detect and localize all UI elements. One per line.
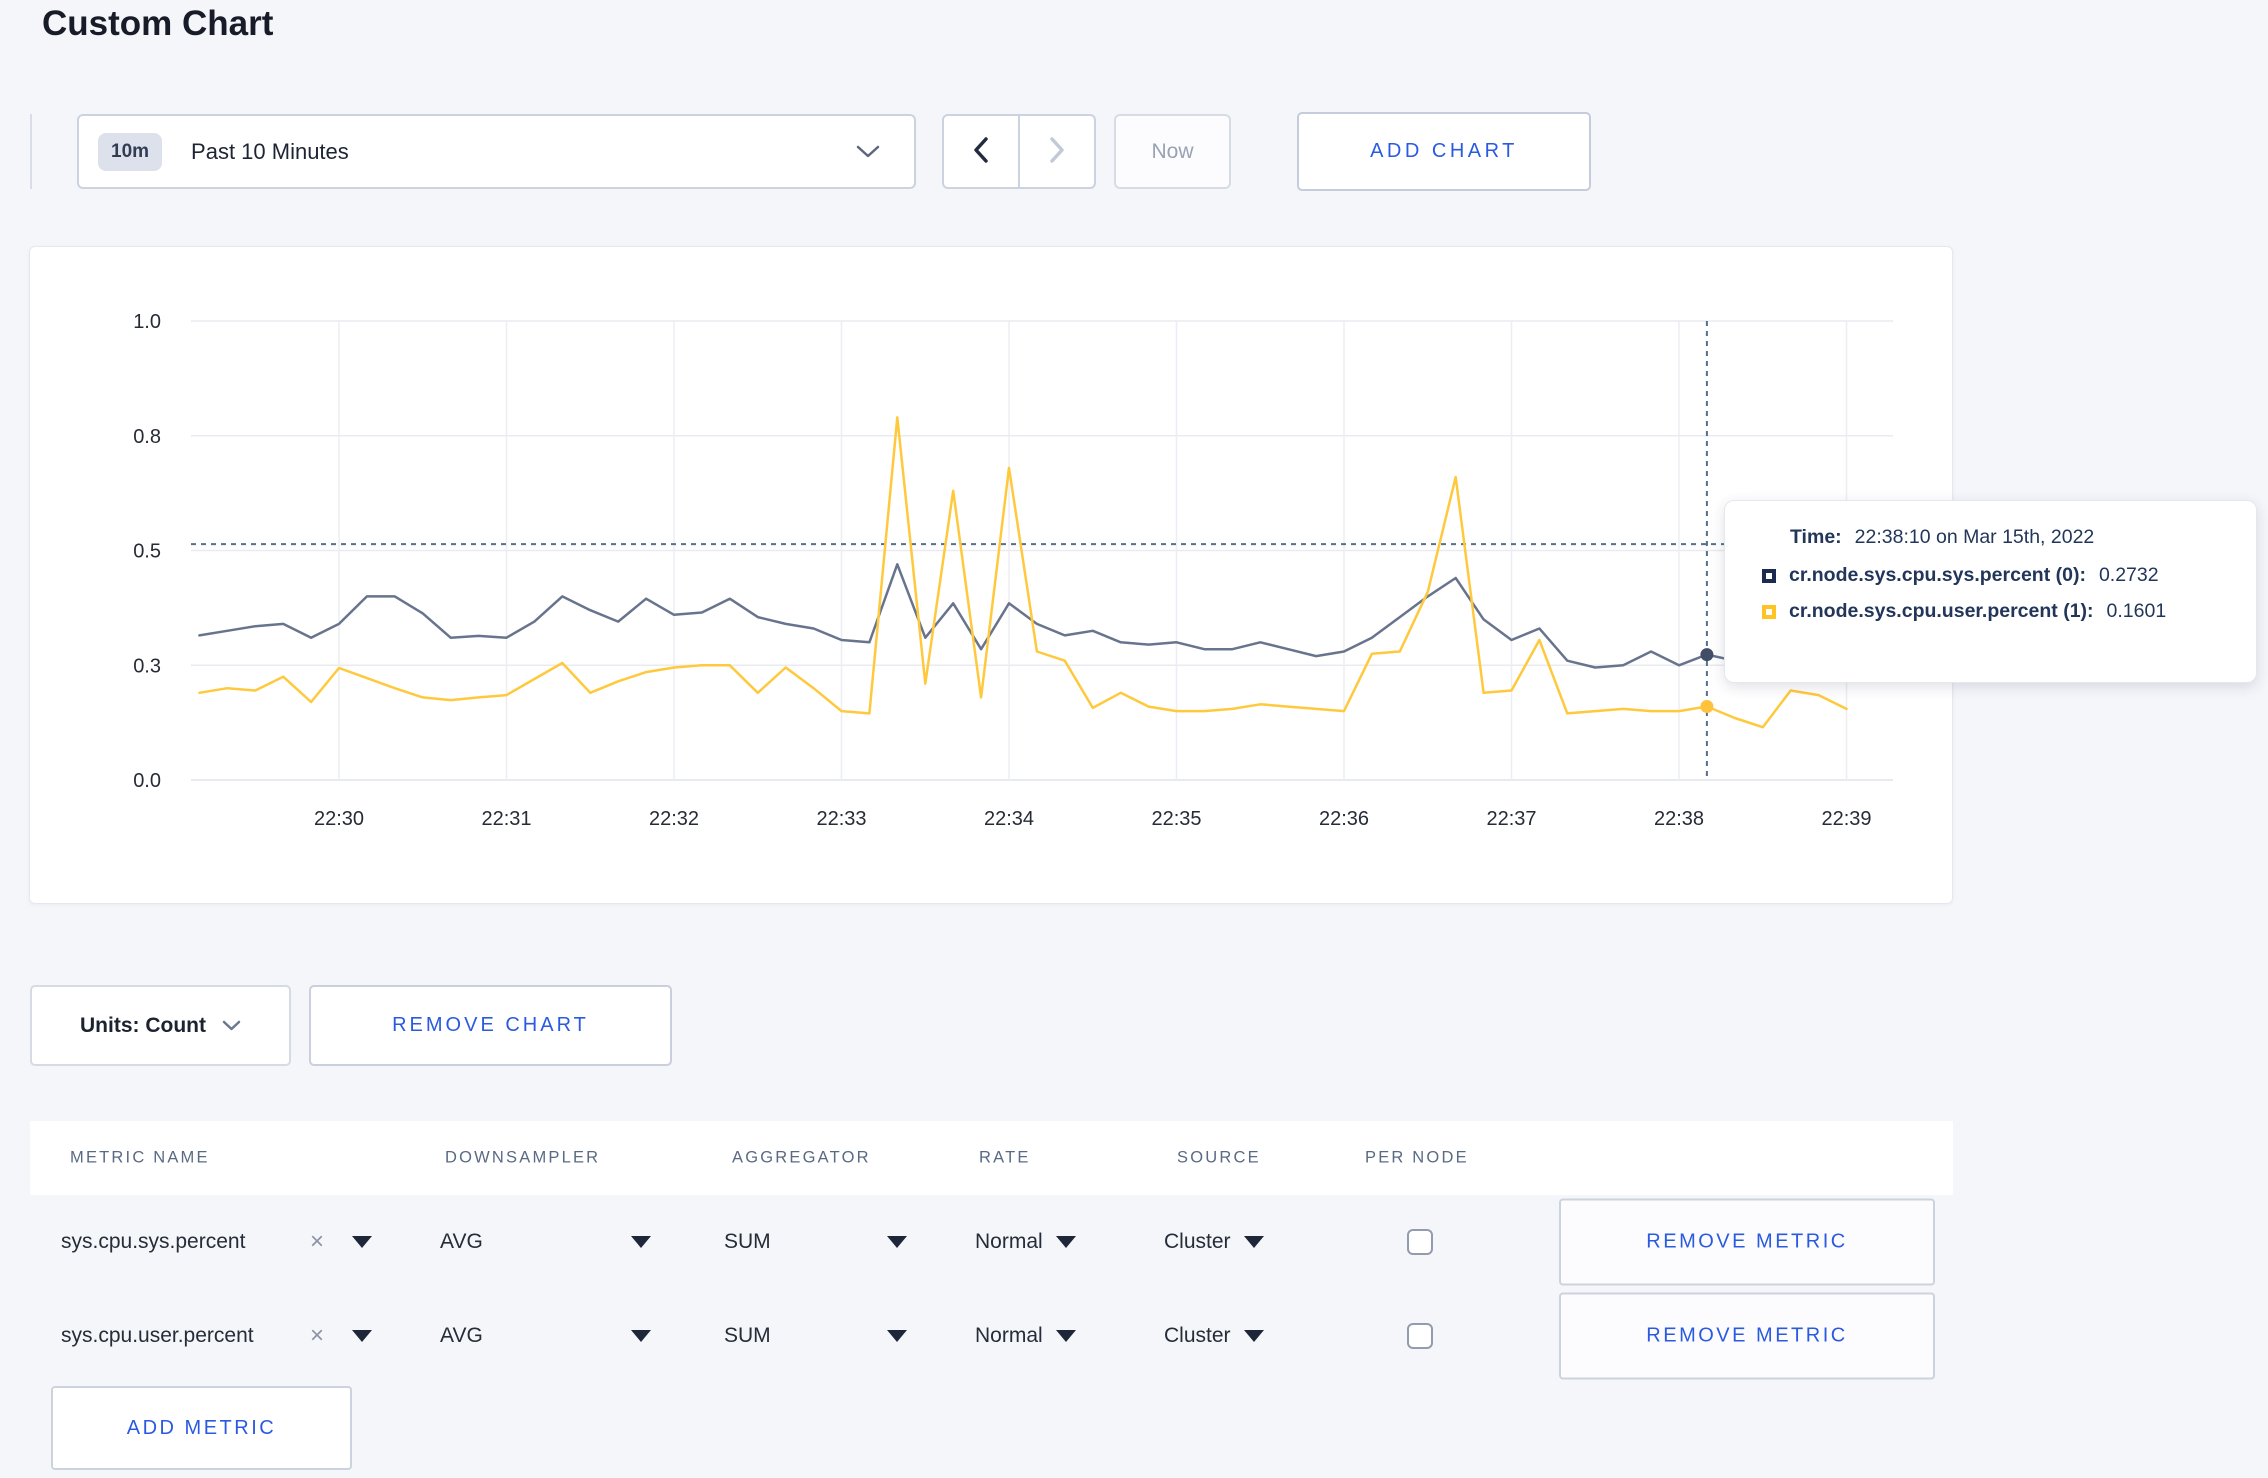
metrics-table-header: METRIC NAME DOWNSAMPLER AGGREGATOR RATE … [30, 1121, 1953, 1195]
chevron-down-icon [222, 1014, 241, 1038]
rate-caret-icon [1055, 1236, 1076, 1248]
rate-select[interactable]: Normal [975, 1324, 1076, 1348]
tooltip-series-value: 0.1601 [2106, 600, 2167, 622]
now-button[interactable]: Now [1114, 114, 1231, 189]
source-value: Cluster [1164, 1230, 1231, 1253]
tooltip-time-row: Time: 22:38:10 on Mar 15th, 2022 [1790, 526, 2256, 549]
aggregator-caret-icon[interactable] [887, 1330, 907, 1342]
page-title: Custom Chart [42, 4, 274, 43]
source-select[interactable]: Cluster [1164, 1230, 1264, 1254]
time-range-label: Past 10 Minutes [191, 138, 349, 164]
downsampler-select[interactable]: AVG [440, 1230, 483, 1254]
remove-chart-button[interactable]: REMOVE CHART [309, 985, 672, 1066]
chevron-right-icon [1049, 137, 1065, 166]
downsampler-caret-icon[interactable] [631, 1330, 651, 1342]
svg-text:22:33: 22:33 [816, 808, 866, 830]
add-chart-button[interactable]: ADD CHART [1297, 112, 1591, 191]
series-sys-swatch-icon [1762, 568, 1776, 583]
toolbar-divider [30, 114, 32, 189]
metric-name: sys.cpu.sys.percent [61, 1230, 246, 1253]
metric-row: sys.cpu.user.percent × AVG SUM Normal Cl… [30, 1289, 1953, 1383]
per-node-checkbox[interactable] [1407, 1323, 1433, 1349]
series-user-swatch-icon [1762, 604, 1776, 619]
add-metric-button[interactable]: ADD METRIC [51, 1386, 352, 1470]
clear-metric-x-icon[interactable]: × [310, 1228, 324, 1256]
header-downsampler: DOWNSAMPLER [445, 1148, 601, 1167]
source-caret-icon [1243, 1330, 1264, 1342]
svg-text:22:38: 22:38 [1654, 808, 1704, 830]
svg-text:0.5: 0.5 [133, 541, 161, 563]
remove-metric-button[interactable]: REMOVE METRIC [1559, 1292, 1935, 1380]
metric-name: sys.cpu.user.percent [61, 1324, 254, 1347]
metric-row: sys.cpu.sys.percent × AVG SUM Normal Clu… [30, 1195, 1953, 1289]
custom-chart-page: Custom Chart 10m Past 10 Minutes Now ADD… [0, 0, 2268, 1478]
units-dropdown[interactable]: Units: Count [30, 985, 291, 1066]
downsampler-select[interactable]: AVG [440, 1324, 483, 1348]
header-per-node: PER NODE [1365, 1148, 1469, 1167]
svg-text:22:35: 22:35 [1151, 808, 1201, 830]
svg-text:22:36: 22:36 [1319, 808, 1369, 830]
header-metric-name: METRIC NAME [70, 1148, 210, 1167]
rate-caret-icon [1055, 1330, 1076, 1342]
chart-tooltip: Time: 22:38:10 on Mar 15th, 2022 cr.node… [1724, 500, 2257, 683]
metric-name-caret-icon[interactable] [352, 1330, 372, 1342]
header-source: SOURCE [1177, 1148, 1261, 1167]
tooltip-time-value: 22:38:10 on Mar 15th, 2022 [1854, 526, 2095, 548]
chevron-down-icon [856, 145, 880, 159]
tooltip-series-value: 0.2732 [2098, 564, 2159, 586]
next-time-button[interactable] [1020, 116, 1094, 187]
chart-card: 0.0 0.3 0.5 0.8 1.0 22:30 22:31 22:32 22:33 22:34… [29, 246, 1953, 904]
tooltip-series-row: cr.node.sys.cpu.sys.percent (0): 0.2732 [1762, 564, 2256, 587]
tooltip-series-name: cr.node.sys.cpu.sys.percent (0): [1789, 564, 2086, 586]
svg-text:0.0: 0.0 [133, 770, 161, 792]
clear-metric-x-icon[interactable]: × [310, 1322, 324, 1350]
metric-name-caret-icon[interactable] [352, 1236, 372, 1248]
svg-text:0.3: 0.3 [133, 655, 161, 677]
aggregator-select[interactable]: SUM [724, 1324, 771, 1348]
downsampler-caret-icon[interactable] [631, 1236, 651, 1248]
chevron-left-icon [973, 137, 989, 166]
aggregator-caret-icon[interactable] [887, 1236, 907, 1248]
per-node-checkbox[interactable] [1407, 1229, 1433, 1255]
svg-text:22:37: 22:37 [1486, 808, 1536, 830]
tooltip-series-name: cr.node.sys.cpu.user.percent (1): [1789, 600, 2094, 622]
tooltip-series-row: cr.node.sys.cpu.user.percent (1): 0.1601 [1762, 600, 2256, 623]
header-aggregator: AGGREGATOR [732, 1148, 871, 1167]
svg-text:22:32: 22:32 [649, 808, 699, 830]
svg-text:22:30: 22:30 [314, 808, 364, 830]
units-label: Units: Count [80, 1013, 206, 1037]
prev-time-button[interactable] [944, 116, 1020, 187]
svg-text:22:34: 22:34 [984, 808, 1034, 830]
svg-text:1.0: 1.0 [133, 311, 161, 333]
source-select[interactable]: Cluster [1164, 1324, 1264, 1348]
time-range-badge: 10m [98, 132, 163, 171]
aggregator-select[interactable]: SUM [724, 1230, 771, 1254]
svg-text:22:39: 22:39 [1821, 808, 1871, 830]
time-range-dropdown[interactable]: 10m Past 10 Minutes [77, 114, 916, 189]
header-rate: RATE [979, 1148, 1031, 1167]
time-nav-group [942, 114, 1096, 189]
tooltip-time-label: Time: [1790, 526, 1842, 548]
svg-text:0.8: 0.8 [133, 426, 161, 448]
rate-value: Normal [975, 1230, 1043, 1253]
cpu-percent-line-chart[interactable]: 0.0 0.3 0.5 0.8 1.0 22:30 22:31 22:32 22:33 22:34… [30, 247, 1952, 908]
remove-metric-button[interactable]: REMOVE METRIC [1559, 1198, 1935, 1286]
rate-value: Normal [975, 1324, 1043, 1347]
source-value: Cluster [1164, 1324, 1231, 1347]
source-caret-icon [1243, 1236, 1264, 1248]
svg-text:22:31: 22:31 [481, 808, 531, 830]
rate-select[interactable]: Normal [975, 1230, 1076, 1254]
